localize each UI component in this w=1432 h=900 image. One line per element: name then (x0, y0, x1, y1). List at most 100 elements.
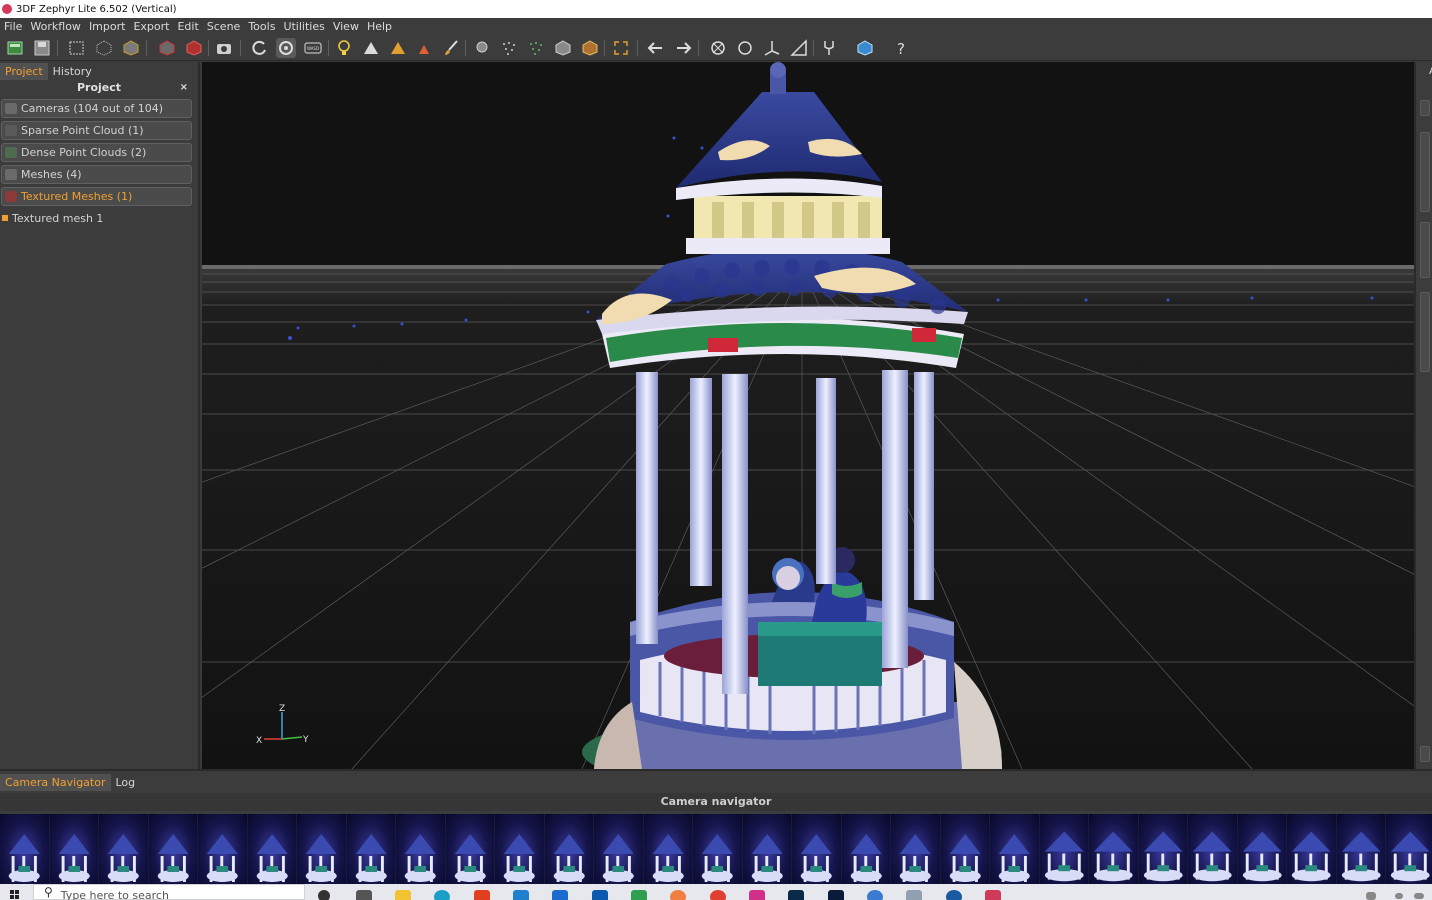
windows-start-icon[interactable] (10, 890, 20, 900)
camera-thumbnail[interactable] (247, 814, 297, 884)
camera-thumbnail[interactable] (544, 814, 594, 884)
camera-thumbnail[interactable] (1336, 814, 1386, 884)
camera-thumbnail[interactable] (495, 814, 545, 884)
instagram-icon[interactable] (749, 890, 765, 900)
camera-thumbnail[interactable] (297, 814, 347, 884)
camera-thumbnail[interactable] (49, 814, 99, 884)
camera-thumbnail[interactable] (1386, 814, 1432, 884)
selection-rect-icon[interactable] (67, 38, 87, 58)
side-button[interactable] (1420, 100, 1430, 116)
zephyr-taskbar-icon[interactable] (985, 890, 1001, 900)
photoshop-icon[interactable] (828, 890, 844, 900)
redo-icon[interactable] (673, 38, 693, 58)
dots-green-icon[interactable] (526, 38, 546, 58)
menu-file[interactable]: File (0, 18, 26, 35)
edge-icon[interactable] (434, 890, 450, 900)
help-icon[interactable]: ? (891, 38, 911, 58)
new-project-icon[interactable] (5, 38, 25, 58)
camera-thumbnail[interactable] (445, 814, 495, 884)
chrome-icon[interactable] (710, 890, 726, 900)
dots-icon[interactable] (499, 38, 519, 58)
menu-tools[interactable]: Tools (244, 18, 279, 35)
store-icon[interactable] (513, 890, 529, 900)
menu-import[interactable]: Import (85, 18, 130, 35)
camera-thumbnail[interactable] (1138, 814, 1188, 884)
cube-red-icon[interactable] (157, 38, 177, 58)
wasd-icon[interactable]: WASD (303, 38, 323, 58)
3d-viewport[interactable]: Z X Y (202, 62, 1414, 769)
side-button[interactable] (1420, 222, 1430, 278)
monitor-icon[interactable] (1414, 893, 1424, 899)
project-item-dense-clouds[interactable]: Dense Point Clouds (2) (1, 143, 192, 162)
ruler-icon[interactable] (789, 38, 809, 58)
camera-thumbnail[interactable] (1039, 814, 1089, 884)
frame-icon[interactable] (611, 38, 631, 58)
file-explorer-icon[interactable] (395, 890, 411, 900)
firefox-icon[interactable] (670, 890, 686, 900)
camera-thumbnail[interactable] (1089, 814, 1139, 884)
camera-thumbnail[interactable] (594, 814, 644, 884)
circle-icon[interactable] (735, 38, 755, 58)
camera-thumbnail[interactable] (346, 814, 396, 884)
fork-icon[interactable] (819, 38, 839, 58)
bulb-icon[interactable] (334, 38, 354, 58)
app-blue-icon[interactable] (867, 890, 883, 900)
menu-scene[interactable]: Scene (203, 18, 245, 35)
taskbar-search-box[interactable]: ⚲ Type here to search (33, 884, 305, 900)
tab-history[interactable]: History (47, 63, 97, 80)
close-icon[interactable]: × (180, 80, 188, 96)
project-item-sparse-cloud[interactable]: Sparse Point Cloud (1) (1, 121, 192, 140)
camera-thumbnail[interactable] (198, 814, 248, 884)
app-globe-icon[interactable] (946, 890, 962, 900)
camera-thumbnail[interactable] (148, 814, 198, 884)
rotate-icon[interactable] (708, 38, 728, 58)
camera-thumbnail[interactable] (693, 814, 743, 884)
tab-project[interactable]: Project (0, 63, 48, 80)
textured-mesh-item[interactable]: Textured mesh 1 (0, 209, 198, 227)
lasso-icon[interactable] (472, 38, 492, 58)
outlook-icon[interactable] (592, 890, 608, 900)
transform-icon[interactable] (762, 38, 782, 58)
menu-view[interactable]: View (329, 18, 363, 35)
gray-cube-icon[interactable] (553, 38, 573, 58)
camera-thumbnail[interactable] (792, 814, 842, 884)
task-view-icon[interactable] (356, 890, 372, 900)
triangles-color-icon[interactable] (388, 38, 408, 58)
lightroom-icon[interactable] (788, 890, 804, 900)
menu-workflow[interactable]: Workflow (26, 18, 85, 35)
camera-thumbnail[interactable] (1287, 814, 1337, 884)
camera-icon[interactable] (214, 38, 234, 58)
blue-cube-icon[interactable] (855, 38, 875, 58)
texture-cube-icon[interactable] (184, 38, 204, 58)
project-item-meshes[interactable]: Meshes (4) (1, 165, 192, 184)
points-cube-icon[interactable] (94, 38, 114, 58)
menu-edit[interactable]: Edit (173, 18, 202, 35)
project-item-cameras[interactable]: Cameras (104 out of 104) (1, 99, 192, 118)
triangle-small-icon[interactable] (414, 38, 434, 58)
chevron-up-icon[interactable] (1395, 893, 1403, 899)
tab-log[interactable]: Log (110, 773, 141, 791)
project-item-textured-meshes[interactable]: Textured Meshes (1) (1, 187, 192, 206)
save-icon[interactable] (32, 38, 52, 58)
orbit-icon[interactable] (249, 38, 269, 58)
menu-utilities[interactable]: Utilities (279, 18, 328, 35)
camera-thumbnail[interactable] (396, 814, 446, 884)
mesh-cube-icon[interactable] (121, 38, 141, 58)
triangles-icon[interactable] (361, 38, 381, 58)
office-icon[interactable] (474, 890, 490, 900)
side-button[interactable] (1420, 292, 1430, 372)
menu-help[interactable]: Help (363, 18, 396, 35)
undo-icon[interactable] (646, 38, 666, 58)
tab-camera-navigator[interactable]: Camera Navigator (0, 773, 111, 791)
camera-thumbnail[interactable] (1237, 814, 1287, 884)
camera-thumbnail[interactable] (1188, 814, 1238, 884)
camera-thumbnail[interactable] (891, 814, 941, 884)
app-gray-icon[interactable] (906, 890, 922, 900)
camera-thumbnail[interactable] (990, 814, 1040, 884)
app-green-icon[interactable] (631, 890, 647, 900)
people-icon[interactable] (1366, 892, 1376, 900)
camera-thumbnail[interactable] (742, 814, 792, 884)
brush-icon[interactable] (441, 38, 461, 58)
camera-thumbnail[interactable] (643, 814, 693, 884)
mail-icon[interactable] (552, 890, 568, 900)
